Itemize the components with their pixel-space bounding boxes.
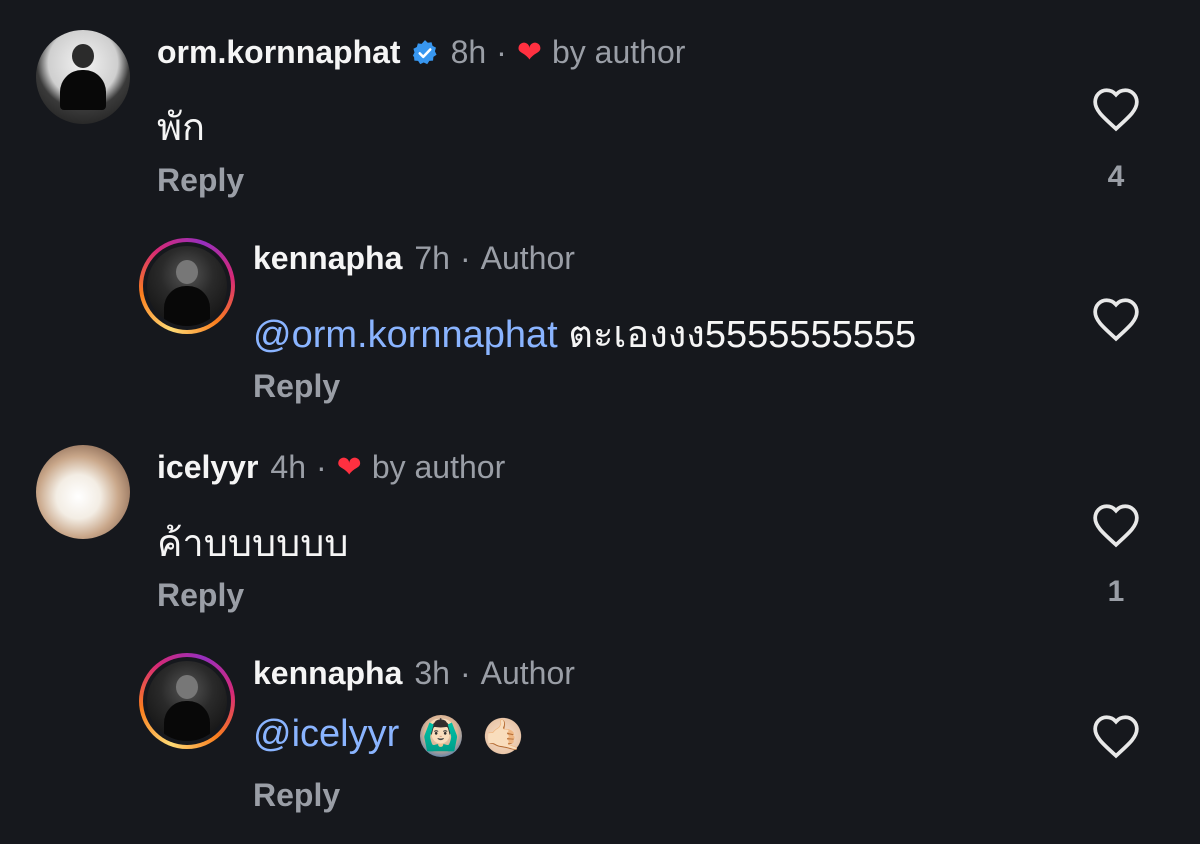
username[interactable]: kennapha <box>253 655 402 692</box>
mention-link[interactable]: @icelyyr <box>253 713 399 755</box>
comment-text: พัก <box>157 107 206 149</box>
reply-button[interactable]: Reply <box>253 777 340 814</box>
mention-link[interactable]: @orm.kornnaphat <box>253 314 558 356</box>
comment-text-body: ตะเองงง5555555555 <box>557 314 917 356</box>
comment-text: @orm.kornnaphat ตะเองงง5555555555 <box>253 303 916 364</box>
comment-text: @icelyyr 🙆🏻‍♂️ 🤙🏻 <box>253 713 525 757</box>
heart-outline-icon[interactable] <box>1091 86 1141 132</box>
author-badge: Author <box>480 655 575 691</box>
separator: · <box>496 34 507 70</box>
avatar[interactable] <box>36 445 130 539</box>
timestamp: 8h <box>450 34 487 70</box>
separator: · <box>459 655 471 691</box>
verified-badge-icon <box>412 39 437 64</box>
person-gesturing-ok-emoji: 🙆🏻‍♂️ <box>419 714 462 757</box>
timestamp: 3h <box>414 655 450 691</box>
heart-outline-icon[interactable] <box>1091 296 1141 342</box>
author-badge: Author <box>480 240 575 276</box>
separator: · <box>459 240 471 276</box>
separator: · <box>316 449 327 485</box>
liked-by-author-label: by author <box>551 34 686 70</box>
heart-filled-icon: ❤ <box>516 36 542 69</box>
timestamp: 4h <box>270 449 307 485</box>
reply-button[interactable]: Reply <box>157 577 244 614</box>
avatar[interactable] <box>36 30 130 124</box>
username[interactable]: kennapha <box>253 240 402 277</box>
avatar[interactable] <box>139 238 235 334</box>
liked-by-author-label: by author <box>371 449 506 485</box>
call-me-hand-emoji: 🤙🏻 <box>482 714 525 757</box>
heart-outline-icon[interactable] <box>1091 502 1141 548</box>
heart-outline-icon[interactable] <box>1091 713 1141 759</box>
reply-button[interactable]: Reply <box>253 368 340 405</box>
like-count: 4 <box>1107 160 1125 193</box>
reply-button[interactable]: Reply <box>157 162 244 199</box>
like-count: 1 <box>1107 575 1125 608</box>
avatar[interactable] <box>139 653 235 749</box>
username[interactable]: orm.kornnaphat <box>157 34 401 71</box>
username[interactable]: icelyyr <box>157 449 258 486</box>
timestamp: 7h <box>414 240 450 276</box>
heart-filled-icon: ❤ <box>336 451 362 484</box>
comment-text: ค้าบบบบบบ <box>157 523 349 565</box>
